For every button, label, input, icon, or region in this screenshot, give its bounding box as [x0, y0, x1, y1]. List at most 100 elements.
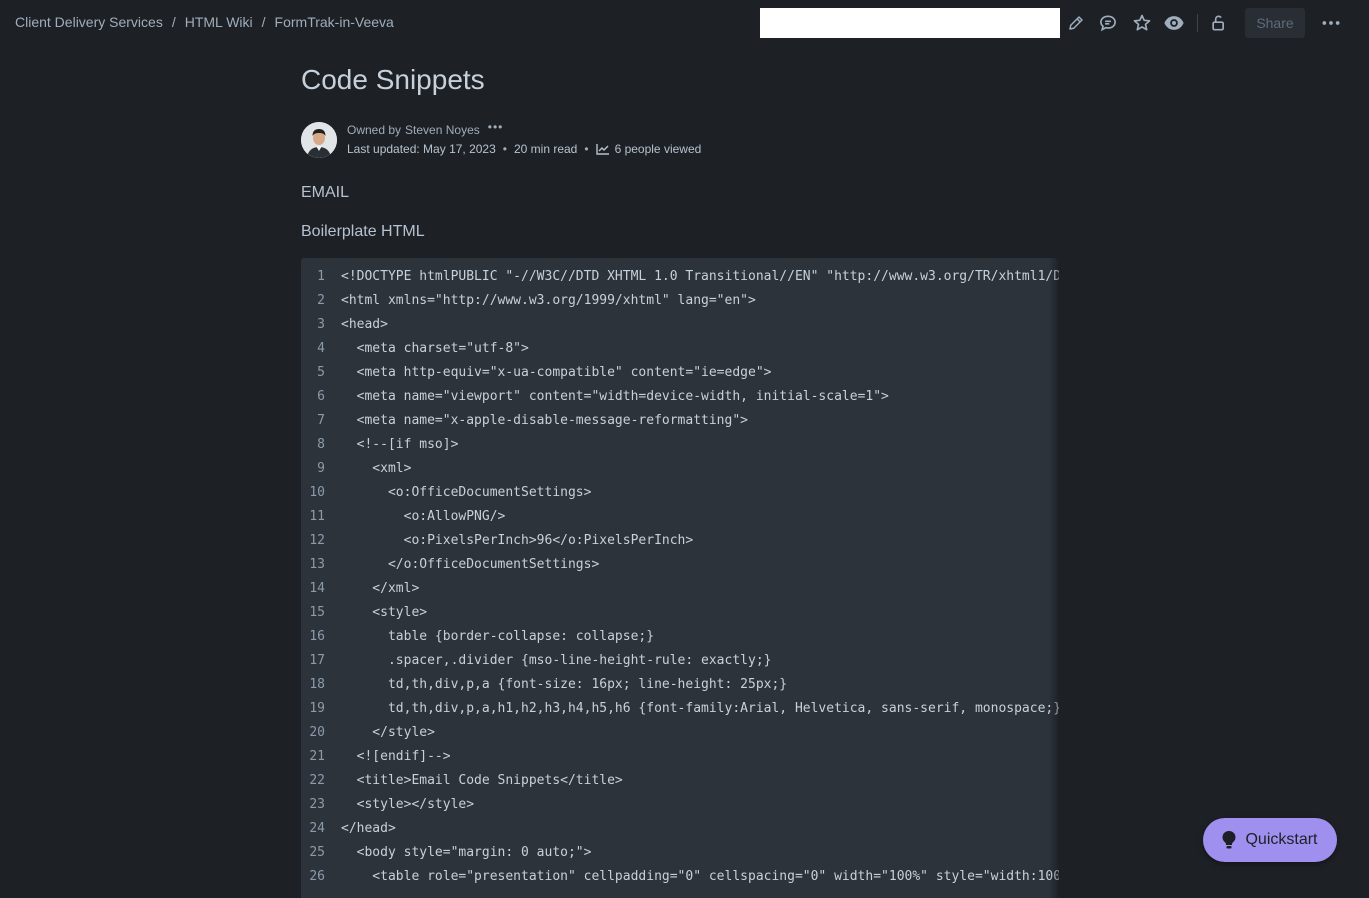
meta-separator: •	[502, 142, 507, 156]
code-text: <o:PixelsPerInch>96</o:PixelsPerInch>	[341, 533, 694, 548]
code-text: .spacer,.divider {mso-line-height-rule: …	[341, 653, 772, 668]
toolbar-divider	[1197, 14, 1198, 32]
code-line: 10 <o:OfficeDocumentSettings>	[301, 481, 1059, 505]
last-updated: Last updated: May 17, 2023	[347, 142, 496, 156]
code-text: <o:AllowPNG/>	[341, 509, 506, 524]
code-line: 15 <style>	[301, 601, 1059, 625]
code-line: 22 <title>Email Code Snippets</title>	[301, 769, 1059, 793]
code-line: 26 <table role="presentation" cellpaddin…	[301, 865, 1059, 889]
views-count: 6 people viewed	[614, 142, 702, 156]
code-line: 6 <meta name="viewport" content="width=d…	[301, 385, 1059, 409]
line-number: 23	[309, 797, 325, 812]
analytics-icon	[595, 144, 609, 155]
code-line: 11 <o:AllowPNG/>	[301, 505, 1059, 529]
code-line: 5 <meta http-equiv="x-ua-compatible" con…	[301, 361, 1059, 385]
quickstart-label: Quickstart	[1245, 831, 1318, 848]
unlock-icon[interactable]	[1207, 11, 1231, 35]
search-input[interactable]	[760, 8, 1060, 38]
code-text: </head>	[341, 821, 396, 836]
breadcrumb-client-delivery-services[interactable]: Client Delivery Services	[15, 14, 163, 30]
line-number: 18	[309, 677, 325, 692]
code-text: <style>	[341, 605, 428, 620]
top-bar: Client Delivery Services / HTML Wiki / F…	[0, 0, 1369, 46]
code-text: <xml>	[341, 461, 412, 476]
code-text: table {border-collapse: collapse;}	[341, 629, 655, 644]
code-line: 1 <!DOCTYPE htmlPUBLIC "-//W3C//DTD XHTML…	[301, 265, 1059, 289]
comment-icon[interactable]	[1096, 11, 1120, 35]
line-number: 5	[317, 365, 325, 380]
more-actions-icon[interactable]: •••	[488, 120, 504, 134]
heading-email: EMAIL	[301, 184, 350, 201]
star-icon[interactable]	[1130, 11, 1154, 35]
code-text: <meta charset="utf-8">	[341, 341, 529, 356]
line-number: 12	[309, 533, 325, 548]
line-number: 7	[317, 413, 325, 428]
code-text: <!DOCTYPE htmlPUBLIC "-//W3C//DTD XHTML …	[341, 269, 1059, 284]
line-number: 13	[309, 557, 325, 572]
code-text: <meta name="viewport" content="width=dev…	[341, 389, 889, 404]
heading-boilerplate-html: Boilerplate HTML	[301, 223, 425, 240]
code-text: <title>Email Code Snippets</title>	[341, 773, 623, 788]
share-button[interactable]: Share	[1245, 8, 1305, 38]
breadcrumb-separator: /	[171, 14, 176, 30]
line-number: 20	[309, 725, 325, 740]
owner-name-link[interactable]: Steven Noyes	[405, 123, 480, 137]
line-number: 6	[317, 389, 325, 404]
meta-line: Last updated: May 17, 2023 • 20 min read…	[347, 142, 701, 156]
avatar[interactable]	[301, 122, 337, 158]
read-time: 20 min read	[513, 142, 578, 156]
quickstart-button[interactable]: Quickstart	[1203, 818, 1337, 862]
line-number: 26	[309, 869, 325, 884]
line-number: 17	[309, 653, 325, 668]
line-number: 1	[317, 269, 325, 284]
code-line: 16 table {border-collapse: collapse;}	[301, 625, 1059, 649]
code-line: 23 <style></style>	[301, 793, 1059, 817]
code-line: 9 <xml>	[301, 457, 1059, 481]
code-text: <html xmlns="http://www.w3.org/1999/xhtm…	[341, 293, 756, 308]
code-text: <head>	[341, 317, 388, 332]
breadcrumb-separator: /	[261, 14, 266, 30]
line-number: 22	[309, 773, 325, 788]
code-line: 17 .spacer,.divider {mso-line-height-rul…	[301, 649, 1059, 673]
code-text: <![endif]-->	[341, 749, 451, 764]
breadcrumb: Client Delivery Services / HTML Wiki / F…	[15, 14, 394, 30]
line-number: 14	[309, 581, 325, 596]
more-horizontal-icon[interactable]	[1319, 11, 1343, 35]
line-number: 3	[317, 317, 325, 332]
code-line: 2 <html xmlns="http://www.w3.org/1999/xht…	[301, 289, 1059, 313]
code-text: </style>	[341, 725, 435, 740]
code-text: td,th,div,p,a {font-size: 16px; line-hei…	[341, 677, 788, 692]
meta-separator: •	[584, 142, 589, 156]
code-block[interactable]: 1 <!DOCTYPE htmlPUBLIC "-//W3C//DTD XHTML…	[301, 258, 1059, 898]
code-text: <o:OfficeDocumentSettings>	[341, 485, 592, 500]
code-text: td,th,div,p,a,h1,h2,h3,h4,h5,h6 {font-fa…	[341, 701, 1059, 716]
line-number: 19	[309, 701, 325, 716]
code-text: </o:OfficeDocumentSettings>	[341, 557, 600, 572]
owned-by-label: Owned by	[347, 123, 402, 137]
breadcrumb-formtrak-in-veeva[interactable]: FormTrak-in-Veeva	[275, 14, 394, 30]
code-line: 14 </xml>	[301, 577, 1059, 601]
line-number: 24	[309, 821, 325, 836]
line-number: 21	[309, 749, 325, 764]
code-text: <meta http-equiv="x-ua-compatible" conte…	[341, 365, 772, 380]
page-views[interactable]: 6 people viewed	[595, 142, 702, 156]
line-number: 8	[317, 437, 325, 452]
code-line: 8 <!--[if mso]>	[301, 433, 1059, 457]
line-number: 9	[317, 461, 325, 476]
line-number: 2	[317, 293, 325, 308]
code-text: <meta name="x-apple-disable-message-refo…	[341, 413, 748, 428]
code-line: 20 </style>	[301, 721, 1059, 745]
pencil-icon[interactable]	[1064, 11, 1088, 35]
code-scroll-shadow	[1049, 258, 1059, 898]
code-line: 18 td,th,div,p,a {font-size: 16px; line-…	[301, 673, 1059, 697]
code-line: 24 </head>	[301, 817, 1059, 841]
owner-line: Owned by Steven Noyes •••	[347, 120, 504, 137]
line-number: 4	[317, 341, 325, 356]
code-line: 3 <head>	[301, 313, 1059, 337]
eye-icon[interactable]	[1162, 11, 1186, 35]
code-text: <body style="margin: 0 auto;">	[341, 845, 592, 860]
breadcrumb-html-wiki[interactable]: HTML Wiki	[185, 14, 253, 30]
code-line: 25 <body style="margin: 0 auto;">	[301, 841, 1059, 865]
page-byline: Owned by Steven Noyes ••• Last updated: …	[301, 120, 801, 162]
code-line: 4 <meta charset="utf-8">	[301, 337, 1059, 361]
